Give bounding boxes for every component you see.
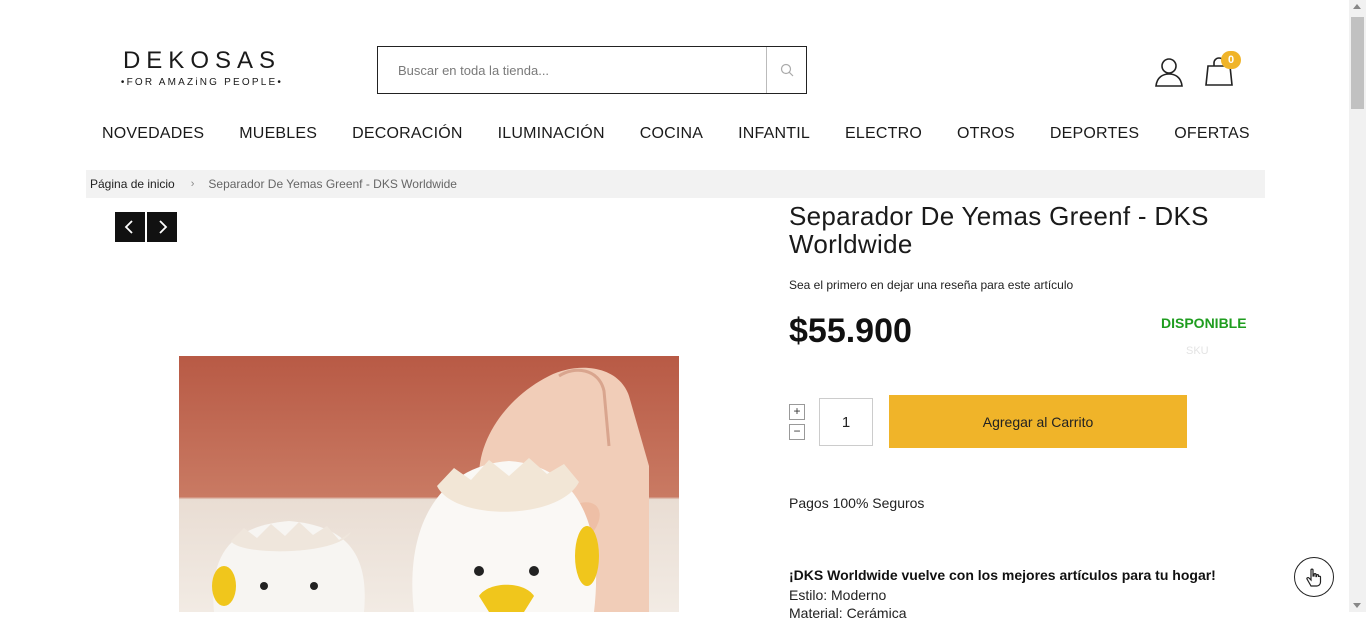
nav-item-novedades[interactable]: NOVEDADES [102,125,204,143]
main-navigation: NOVEDADES MUEBLES DECORACIÓN ILUMINACIÓN… [102,125,1285,143]
search-bar [377,46,807,94]
description-style: Estilo: Moderno [789,587,887,603]
accessibility-button[interactable] [1294,557,1334,597]
nav-item-muebles[interactable]: MUEBLES [239,125,317,143]
logo-tagline: •FOR AMAZiNG PEOPLE• [120,77,284,88]
pointer-hand-icon [1306,568,1322,587]
product-price: $55.900 [789,312,912,350]
quantity-input[interactable] [819,398,873,446]
nav-item-iluminacion[interactable]: ILUMINACIÓN [498,125,605,143]
nav-item-electro[interactable]: ELECTRO [845,125,922,143]
breadcrumb-separator: › [190,178,195,190]
nav-item-decoracion[interactable]: DECORACIÓN [352,125,462,143]
egg-separator-photo [179,356,679,612]
quantity-decrease-button[interactable]: − [789,424,805,440]
product-title: Separador De Yemas Greenf - DKS Worldwid… [789,201,1209,259]
search-icon [780,63,793,77]
search-input[interactable] [378,47,766,93]
logo-wordmark: DEKOSAS [122,47,282,74]
description-heading: ¡DKS Worldwide vuelve con los mejores ar… [789,567,1216,583]
product-image[interactable] [179,356,679,612]
nav-item-ofertas[interactable]: OFERTAS [1174,125,1250,143]
site-logo[interactable]: DEKOSAS •FOR AMAZiNG PEOPLE• [112,47,292,93]
secure-payments-text: Pagos 100% Seguros [789,495,925,511]
breadcrumb: Página de inicio › Separador De Yemas Gr… [86,170,1265,198]
nav-item-deportes[interactable]: DEPORTES [1050,125,1139,143]
page-scrollbar[interactable] [1349,0,1366,612]
quantity-increase-button[interactable]: + [789,404,805,420]
gallery-prev-button[interactable] [115,212,145,242]
chevron-left-icon [124,220,133,234]
nav-item-infantil[interactable]: INFANTIL [738,125,810,143]
breadcrumb-current: Separador De Yemas Greenf - DKS Worldwid… [208,177,457,191]
sku-label: SKU [1186,345,1209,357]
scrollbar-thumb[interactable] [1351,17,1364,109]
search-button[interactable] [766,47,806,93]
nav-item-cocina[interactable]: COCINA [640,125,703,143]
scroll-up-arrow-icon[interactable] [1353,4,1361,9]
breadcrumb-home-link[interactable]: Página de inicio [90,177,175,191]
description-material: Material: Cerámica [789,605,907,621]
stock-status: DISPONIBLE [1161,315,1247,331]
cart-count-badge: 0 [1221,51,1241,69]
scroll-down-arrow-icon[interactable] [1353,603,1361,608]
add-to-cart-button[interactable]: Agregar al Carrito [889,395,1187,448]
nav-item-otros[interactable]: OTROS [957,125,1015,143]
user-icon [1155,58,1183,87]
gallery-next-button[interactable] [147,212,177,242]
account-button[interactable] [1153,56,1185,88]
chevron-right-icon [159,220,168,234]
review-link[interactable]: Sea el primero en dejar una reseña para … [789,278,1073,292]
